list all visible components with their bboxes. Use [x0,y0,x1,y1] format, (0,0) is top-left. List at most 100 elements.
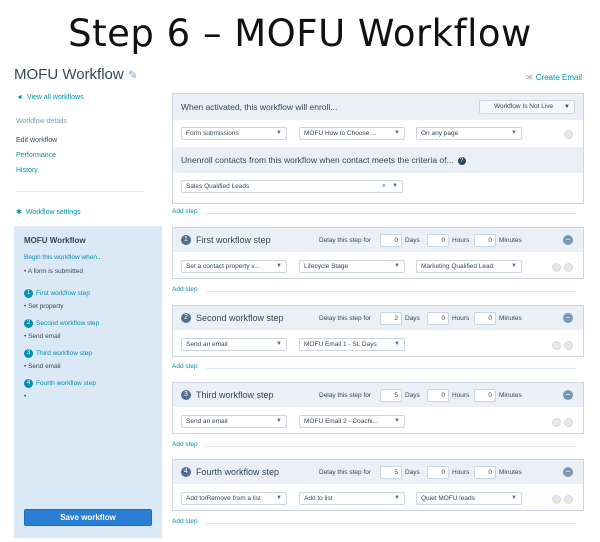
unenroll-list-select[interactable]: Sales Qualified Leads × ▼ [181,180,403,193]
minutes-label: Minutes [499,392,522,399]
summary-step-3[interactable]: 3 Third workflow step [24,349,92,358]
add-step-link[interactable]: Add step [172,286,198,293]
add-step-line [206,446,576,447]
step-list-select[interactable]: Quiet MOFU leads ▼ [416,492,522,505]
hours-label: Hours [452,392,470,399]
add-step-line [206,291,576,292]
step-email-value: MOFU Email 2 - Coachi... [304,418,379,425]
step-action-select[interactable]: Add to/Remove from a list ▼ [181,492,287,505]
step-field-select[interactable]: Lifecycle Stage ▼ [299,260,405,273]
step-email-select[interactable]: MOFU Email 1 - SL Days ▼ [299,338,405,351]
summary-step-label: Third workflow step [36,350,92,358]
enrollment-panel: When activated, this workflow will enrol… [172,93,584,204]
delay-days-input[interactable]: 5 [380,466,402,479]
step-value-value: Marketing Qualified Lead [421,263,494,270]
step-action-select[interactable]: Set a contact property v... ▼ [181,260,287,273]
delay-days-input[interactable]: 0 [380,234,402,247]
pencil-icon[interactable]: ✎ [128,68,138,82]
caret-down-icon: ▼ [394,130,400,136]
delay-minutes-input[interactable]: 0 [474,389,496,402]
step-action-value: Send an email [186,418,228,425]
workflow-title[interactable]: MOFU Workflow ✎ [14,66,138,83]
step-number-badge: 3 [181,390,191,400]
delay-days-input[interactable]: 2 [380,312,402,325]
remove-criteria-button[interactable] [564,130,573,139]
add-action-button[interactable] [552,495,561,504]
step-action-select[interactable]: Send an email ▼ [181,338,287,351]
help-icon[interactable]: ? [457,156,466,165]
caret-down-icon: ▼ [276,263,282,269]
delay-hours-input[interactable]: 0 [427,234,449,247]
summary-step-4[interactable]: 4 Fourth workflow step [24,379,96,388]
delay-days-input[interactable]: 5 [380,389,402,402]
delete-step-button[interactable]: − [563,467,573,477]
step-email-select[interactable]: MOFU Email 2 - Coachi... ▼ [299,415,405,428]
step-list-value: Quiet MOFU leads [421,495,475,502]
add-action-button[interactable] [552,418,561,427]
add-step-link[interactable]: Add step [172,518,198,525]
create-email-link[interactable]: ✉ Create Email [526,73,582,82]
unenroll-list-value: Sales Qualified Leads [186,183,250,190]
remove-action-button[interactable] [564,495,573,504]
view-all-workflows-label: View all workflows [26,94,84,101]
remove-action-button[interactable] [564,418,573,427]
unenroll-heading: Unenroll contacts from this workflow whe… [181,155,466,165]
step-number-badge: 4 [181,467,191,477]
step-title: Third workflow step [196,390,274,400]
remove-action-button[interactable] [564,263,573,272]
delay-minutes-input[interactable]: 0 [474,312,496,325]
add-step-link[interactable]: Add step [172,208,198,215]
save-workflow-button[interactable]: Save workflow [24,509,152,526]
caret-down-icon: ▼ [511,263,517,269]
delete-step-button[interactable]: − [563,235,573,245]
nav-edit-workflow[interactable]: Edit workflow [16,137,57,144]
trigger-page-select[interactable]: On any page ▼ [416,127,522,140]
step-list-action-select[interactable]: Add to list ▼ [299,492,405,505]
delete-step-button[interactable]: − [563,313,573,323]
workflow-settings-link[interactable]: ✱ Workflow settings [16,208,81,216]
step-list-action-value: Add to list [304,495,333,502]
delete-step-button[interactable]: − [563,390,573,400]
view-all-workflows-link[interactable]: ◄ View all workflows [16,94,84,101]
step-email-value: MOFU Email 1 - SL Days [304,341,377,348]
delay-minutes-input[interactable]: 0 [474,466,496,479]
add-step-row: Add step [172,518,584,528]
add-step-row: Add step [172,363,584,373]
create-email-label: Create Email [535,73,582,82]
minutes-label: Minutes [499,469,522,476]
add-step-link[interactable]: Add step [172,441,198,448]
trigger-type-select[interactable]: Form submissions ▼ [181,127,287,140]
nav-history[interactable]: History [16,167,38,174]
hours-label: Hours [452,469,470,476]
delay-hours-input[interactable]: 0 [427,312,449,325]
days-label: Days [405,315,420,322]
delay-hours-input[interactable]: 0 [427,389,449,402]
caret-down-icon: ▼ [276,418,282,424]
workflow-step-2: 2 Second workflow step Delay this step f… [172,305,584,357]
gear-icon: ✱ [16,209,22,216]
summary-step-2[interactable]: 2 Second workflow step [24,319,99,328]
delay-hours-input[interactable]: 0 [427,466,449,479]
add-step-link[interactable]: Add step [172,363,198,370]
step-value-select[interactable]: Marketing Qualified Lead ▼ [416,260,522,273]
add-step-line [206,368,576,369]
summary-begin-sub: • A form is submitted [24,268,83,275]
clear-icon[interactable]: × [382,181,386,192]
add-action-button[interactable] [552,341,561,350]
delay-minutes-input[interactable]: 0 [474,234,496,247]
step-title: Fourth workflow step [196,467,280,477]
days-label: Days [405,237,420,244]
caret-down-icon: ▼ [394,341,400,347]
nav-performance[interactable]: Performance [16,152,56,159]
step-action-select[interactable]: Send an email ▼ [181,415,287,428]
summary-begin-link[interactable]: Begin this workflow when... [24,254,102,261]
add-action-button[interactable] [552,263,561,272]
remove-action-button[interactable] [564,341,573,350]
workflow-title-text: MOFU Workflow [14,66,124,83]
summary-step-1[interactable]: 1 First workflow step [24,289,90,298]
trigger-page-value: On any page [421,130,459,137]
workflow-status-dropdown[interactable]: Workflow Is Not Live ▼ [479,100,575,114]
step-number-badge: 4 [24,379,33,388]
workflow-step-1: 1 First workflow step Delay this step fo… [172,227,584,279]
trigger-form-select[interactable]: MOFU How to Choose ... ▼ [299,127,405,140]
